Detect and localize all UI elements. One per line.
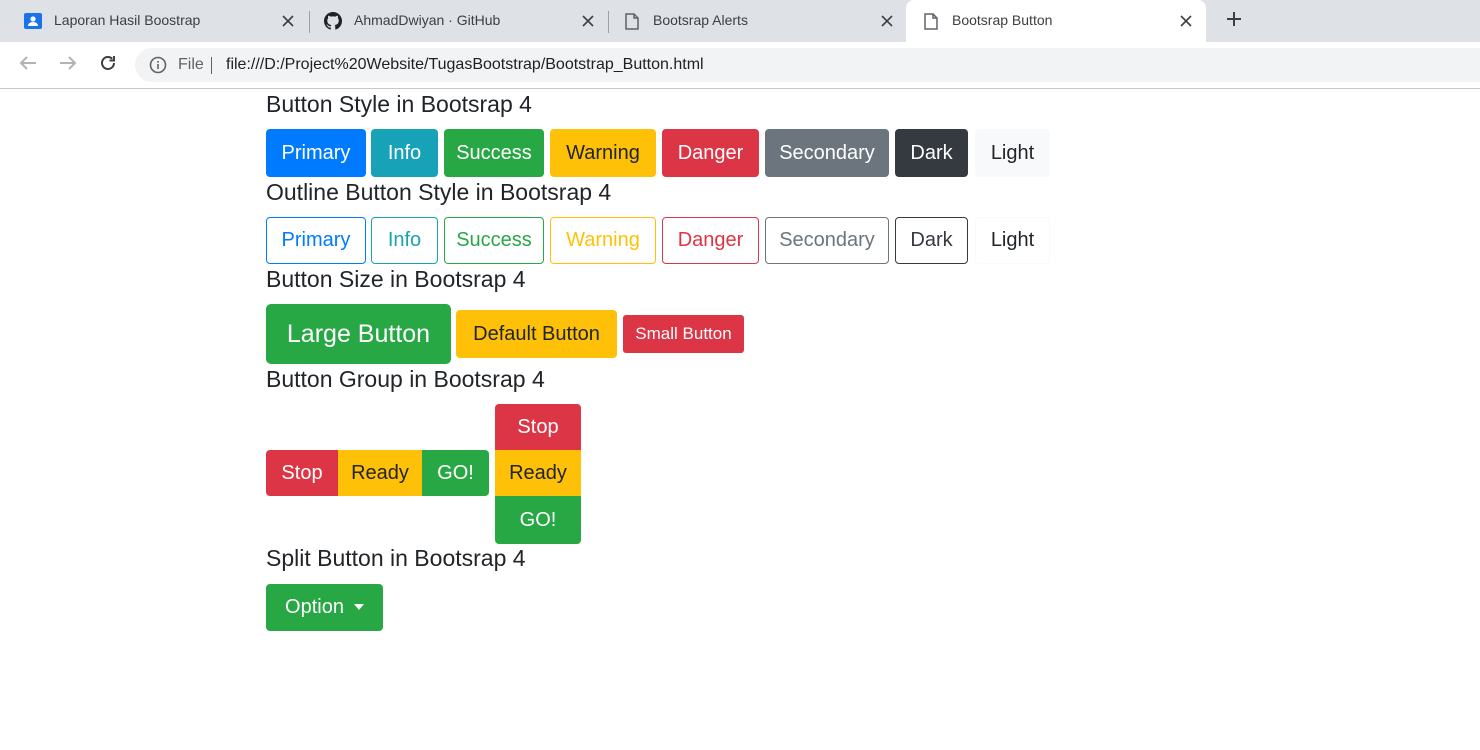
tab-github[interactable]: AhmadDwiyan · GitHub: [308, 0, 608, 42]
heading-button-group: Button Group in Bootsrap 4: [266, 366, 545, 392]
url-text[interactable]: file:///D:/Project%20Website/TugasBootst…: [226, 56, 704, 74]
reload-icon: [99, 54, 117, 77]
address-bar[interactable]: File file:///D:/Project%20Website/TugasB…: [135, 48, 1480, 82]
page-content: Button Style in Bootsrap 4 Primary Info …: [0, 89, 1480, 750]
vgroup-go-button[interactable]: GO!: [495, 496, 581, 544]
arrow-right-icon: [59, 55, 77, 76]
forward-button[interactable]: [53, 50, 83, 80]
scheme-label: File: [178, 56, 204, 73]
group-go-button[interactable]: GO!: [422, 450, 489, 496]
tab-strip: Laporan Hasil Boostrap AhmadDwiyan · Git…: [0, 0, 1480, 42]
tab-alerts[interactable]: Bootsrap Alerts: [607, 0, 907, 42]
large-button[interactable]: Large Button: [266, 304, 451, 364]
light-button[interactable]: Light: [975, 129, 1050, 177]
reload-button[interactable]: [93, 50, 123, 80]
default-button[interactable]: Default Button: [456, 310, 617, 358]
dark-button[interactable]: Dark: [895, 129, 968, 177]
tab-title: Laporan Hasil Boostrap: [54, 12, 201, 28]
outline-success-button[interactable]: Success: [444, 217, 544, 264]
close-icon[interactable]: [578, 11, 598, 31]
option-label: Option: [285, 596, 344, 618]
option-dropdown-button[interactable]: Option: [266, 584, 383, 631]
outline-dark-button[interactable]: Dark: [895, 217, 968, 264]
heading-button-size: Button Size in Bootsrap 4: [266, 266, 526, 292]
plus-icon: [1226, 11, 1242, 32]
outline-secondary-button[interactable]: Secondary: [765, 217, 889, 264]
secondary-button[interactable]: Secondary: [765, 129, 889, 177]
divider: [211, 57, 212, 74]
tab-title: Bootsrap Button: [952, 12, 1053, 28]
heading-button-style: Button Style in Bootsrap 4: [266, 91, 532, 117]
github-icon: [324, 12, 342, 30]
new-tab-button[interactable]: [1219, 6, 1249, 36]
outline-light-button[interactable]: Light: [975, 217, 1050, 264]
close-icon[interactable]: [877, 11, 897, 31]
close-icon[interactable]: [1176, 11, 1196, 31]
tab-title: AhmadDwiyan · GitHub: [354, 12, 501, 28]
close-icon[interactable]: [278, 11, 298, 31]
heading-split-button: Split Button in Bootsrap 4: [266, 545, 526, 571]
outline-danger-button[interactable]: Danger: [662, 217, 759, 264]
tab-button[interactable]: Bootsrap Button: [906, 0, 1206, 42]
caret-down-icon: [353, 603, 364, 610]
document-icon: [922, 12, 940, 30]
back-button[interactable]: [13, 50, 43, 80]
tab-title: Bootsrap Alerts: [653, 12, 748, 28]
group-stop-button[interactable]: Stop: [266, 450, 338, 496]
outline-info-button[interactable]: Info: [371, 217, 438, 264]
tab-laporan[interactable]: Laporan Hasil Boostrap: [8, 0, 308, 42]
outline-warning-button[interactable]: Warning: [550, 217, 656, 264]
contact-card-icon: [24, 12, 42, 30]
vgroup-stop-button[interactable]: Stop: [495, 404, 581, 450]
danger-button[interactable]: Danger: [662, 129, 759, 177]
outline-primary-button[interactable]: Primary: [266, 217, 366, 264]
group-ready-button[interactable]: Ready: [338, 450, 422, 496]
arrow-left-icon: [19, 55, 37, 76]
info-icon[interactable]: [149, 56, 167, 74]
warning-button[interactable]: Warning: [550, 129, 656, 177]
heading-outline-style: Outline Button Style in Bootsrap 4: [266, 179, 612, 205]
info-button[interactable]: Info: [371, 129, 438, 177]
small-button[interactable]: Small Button: [623, 315, 744, 353]
document-icon: [623, 12, 641, 30]
vgroup-ready-button[interactable]: Ready: [495, 450, 581, 496]
success-button[interactable]: Success: [444, 129, 544, 177]
browser-toolbar: File file:///D:/Project%20Website/TugasB…: [0, 42, 1480, 88]
primary-button[interactable]: Primary: [266, 129, 366, 177]
